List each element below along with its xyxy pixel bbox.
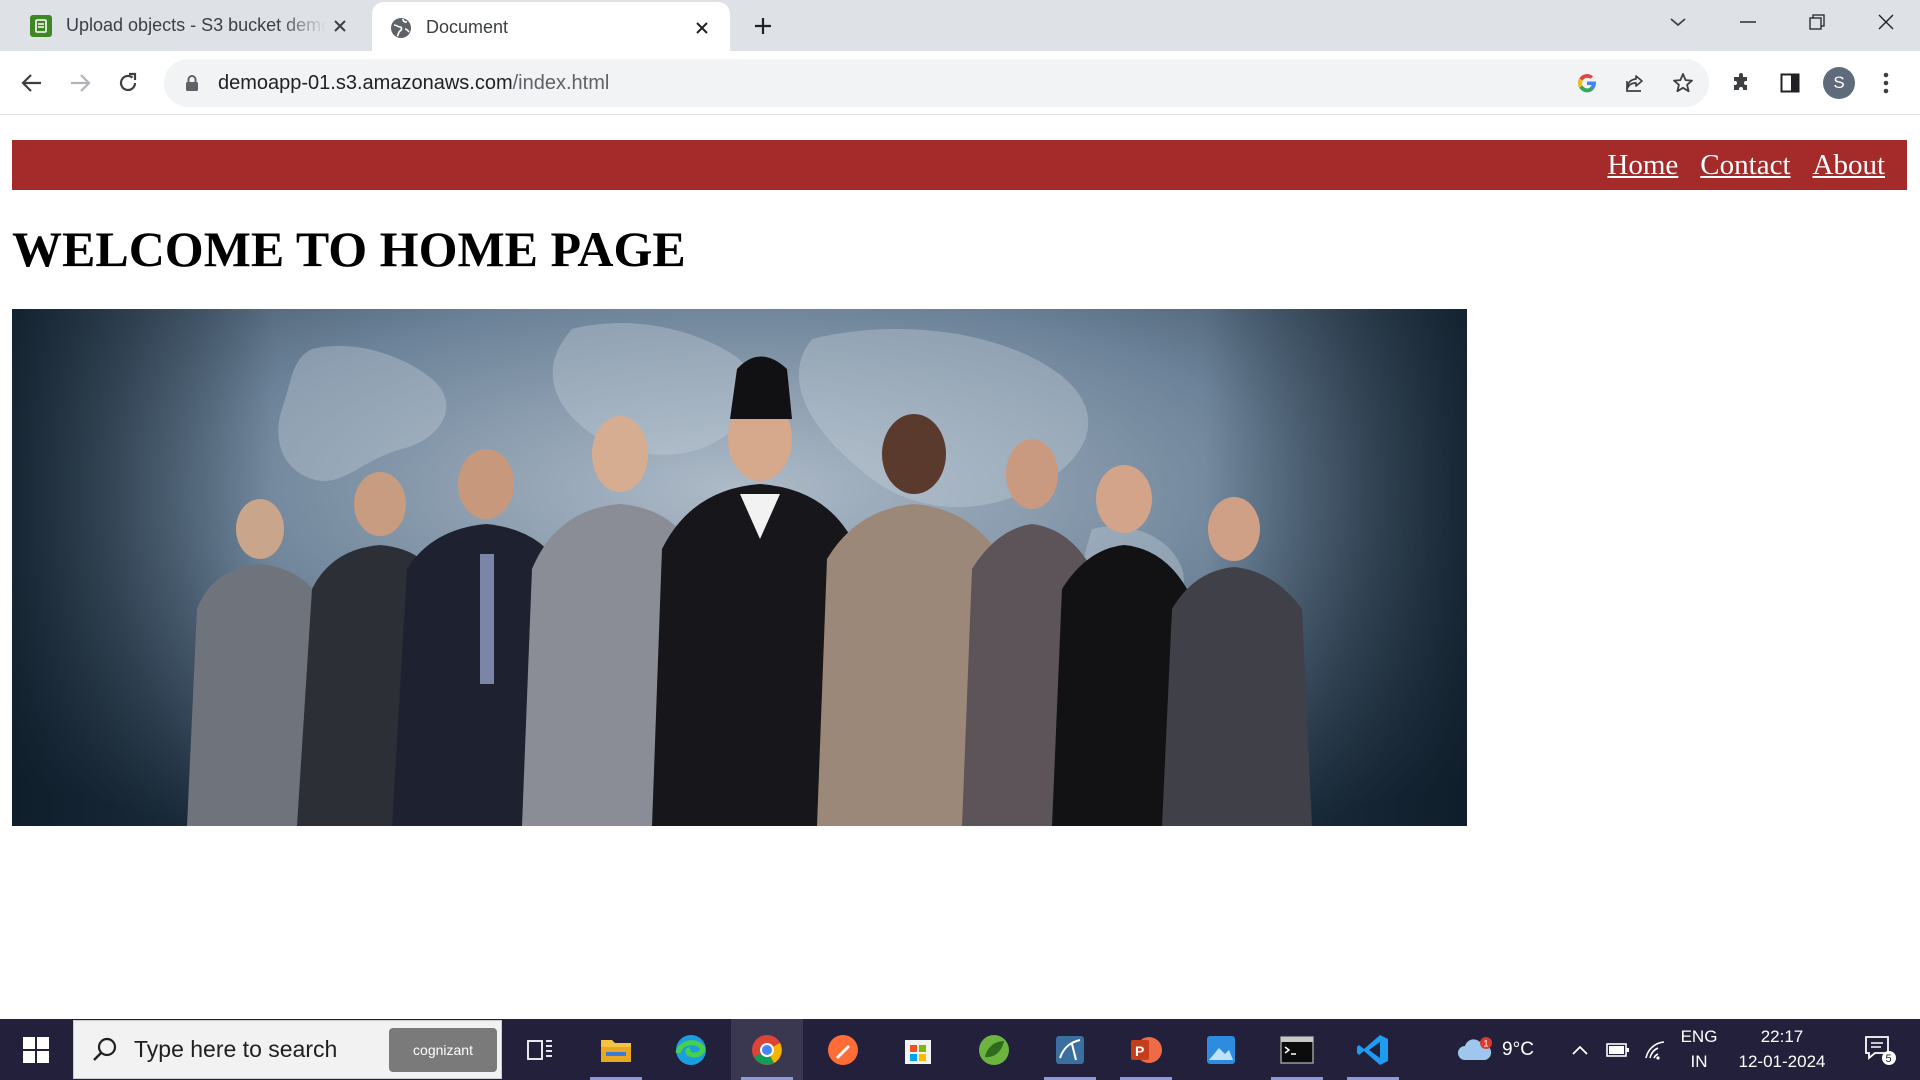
browser-tab-strip: Upload objects - S3 bucket demoapp-01 Do… [0,0,1920,53]
tab-upload-objects[interactable]: Upload objects - S3 bucket demoapp-01 [0,0,368,51]
wifi-icon[interactable] [1638,1019,1674,1080]
taskbar-search-box[interactable]: Type here to search cognizant [73,1020,502,1079]
nav-link-home[interactable]: Home [1607,149,1678,182]
new-tab-button[interactable] [748,11,778,41]
url-text: demoapp-01.s3.amazonaws.com/index.html [218,72,609,95]
url-host: demoapp-01.s3.amazonaws.com [218,71,513,94]
nav-link-about[interactable]: About [1813,149,1886,182]
tab-title: Upload objects - S3 bucket demoapp-01 [66,15,326,35]
postman-icon[interactable] [807,1019,879,1080]
cloud-icon: 1 [1458,1036,1493,1060]
clock-time: 22:17 [1760,1027,1804,1046]
side-panel-icon[interactable] [1772,65,1808,101]
weather-alert-badge: 1 [1484,1038,1489,1048]
tab-search-chevron-icon[interactable] [1650,0,1706,44]
task-view-icon[interactable] [504,1019,576,1080]
svg-text:P: P [1135,1043,1144,1059]
notification-count: 5 [1886,1053,1892,1065]
forward-button[interactable] [62,65,98,101]
globe-icon [389,16,413,40]
restore-button[interactable] [1789,0,1845,44]
battery-icon[interactable] [1600,1019,1636,1080]
close-window-button[interactable] [1858,0,1914,44]
mysql-workbench-icon[interactable] [1034,1019,1106,1080]
site-navbar: Home Contact About [12,140,1907,190]
lock-icon[interactable] [180,74,204,92]
start-button[interactable] [0,1019,72,1080]
nav-link-contact[interactable]: Contact [1700,149,1790,182]
reload-button[interactable] [110,65,146,101]
address-bar[interactable]: demoapp-01.s3.amazonaws.com/index.html [164,59,1709,107]
search-brand-badge[interactable]: cognizant [389,1028,497,1072]
tab-title: Document [426,17,509,37]
notification-center-icon[interactable]: 5 [1852,1019,1908,1080]
microsoft-store-icon[interactable] [882,1019,954,1080]
weather-temperature: 9°C [1502,1038,1534,1060]
language-indicator[interactable]: ENG IN [1676,1027,1722,1072]
spring-tool-suite-icon[interactable] [958,1019,1030,1080]
profile-avatar[interactable]: S [1823,67,1855,99]
clock-date: 12-01-2024 [1738,1052,1826,1071]
language-region: IN [1690,1052,1708,1071]
photos-app-icon[interactable] [1185,1019,1257,1080]
powerpoint-icon[interactable]: P [1110,1019,1182,1080]
windows-taskbar: Type here to search cognizant P 1 9°C EN… [0,1019,1920,1080]
browser-menu-icon[interactable] [1868,65,1904,101]
url-path: /index.html [512,71,610,94]
minimize-button[interactable] [1720,0,1776,44]
windows-logo-icon [23,1036,49,1063]
file-explorer-icon[interactable] [580,1019,652,1080]
extensions-puzzle-icon[interactable] [1724,65,1760,101]
google-lens-icon[interactable] [1575,71,1599,95]
vscode-icon[interactable] [1337,1019,1409,1080]
show-hidden-icons-chevron[interactable] [1562,1019,1598,1080]
chrome-browser-icon[interactable] [731,1019,803,1080]
bookmark-star-icon[interactable] [1671,71,1695,95]
share-icon[interactable] [1623,71,1647,95]
back-button[interactable] [14,65,50,101]
language-code: ENG [1680,1027,1718,1046]
browser-toolbar: demoapp-01.s3.amazonaws.com/index.html S [0,51,1920,115]
edge-browser-icon[interactable] [655,1019,727,1080]
page-heading: WELCOME TO HOME PAGE [12,221,686,277]
s3-favicon-icon [29,14,53,38]
tab-document[interactable]: Document [372,2,730,53]
clock[interactable]: 22:17 12-01-2024 [1722,1027,1842,1072]
search-icon [90,1037,120,1063]
command-prompt-icon[interactable] [1261,1019,1333,1080]
web-page: Home Contact About WELCOME TO HOME PAGE [0,116,1920,1019]
search-placeholder: Type here to search [134,1036,338,1062]
weather-widget[interactable]: 1 9°C [1440,1019,1550,1080]
close-tab-icon[interactable] [326,12,354,40]
close-tab-icon[interactable] [688,14,716,42]
hero-image [12,309,1467,826]
business-team-photo [12,309,1467,826]
